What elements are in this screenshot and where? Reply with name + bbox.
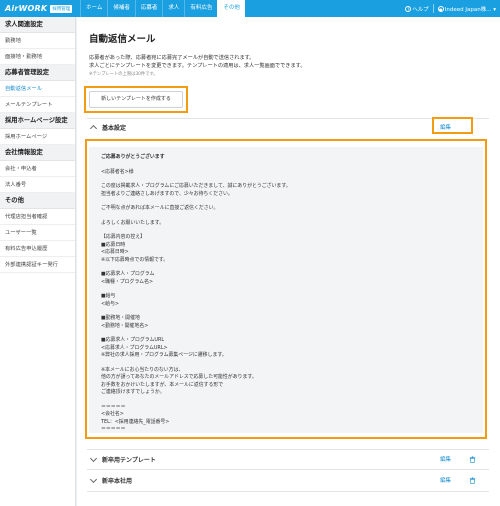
help-label: ヘルプ (412, 6, 429, 13)
create-template-button[interactable]: 新しいテンプレートを作成する (89, 91, 183, 108)
sidebar-item-user-list[interactable]: ユーザー一覧 (0, 225, 75, 241)
mail-line: ご不明な点があれば本メールに直接ご返信ください。 (101, 205, 219, 211)
header-right: ? ヘルプ ● Indeed Japan株... ▾ (405, 4, 500, 13)
top-navigation-bar: AirWORK 採用管理 ホーム 候補者 応募者 求人 有料広告 その他 ? ヘル… (0, 0, 500, 17)
sidebar-group-job-settings: 求人関連設定 (0, 17, 75, 33)
sidebar-group-recruit-homepage: 採用ホームページ設定 (0, 113, 75, 129)
account-menu[interactable]: ● Indeed Japan株... ▾ (437, 5, 496, 13)
main-content: 自動返信メール 応募者があった際、応募者宛に応募完了メールが自動で送信されます。… (77, 17, 500, 506)
tab-jobs[interactable]: 求人 (162, 0, 184, 17)
section-title: 新卒用テンプレート (102, 456, 156, 464)
tab-candidates[interactable]: 候補者 (107, 0, 135, 17)
mail-line: ご応募ありがとうございます (101, 154, 165, 160)
divider (87, 469, 489, 470)
settings-sidebar: 求人関連設定 勤務地 面接地・勤務地 応募者管理設定 自動返信メール メールテン… (0, 17, 76, 506)
description-line-2: 求人ごとにテンプレートを変更できます。テンプレートの適用は、求人一覧画面でできま… (89, 63, 306, 69)
mail-line: ※本メールにお心当たりのない方は、 他の方が誤ってあなたのメールアドレスで応募し… (101, 366, 257, 396)
description-line-1: 応募者があった際、応募者宛に応募完了メールが自動で送信されます。 (89, 55, 255, 61)
mail-line: よろしくお願いいたします。 (101, 219, 165, 226)
sidebar-item-agency-contact[interactable]: 代理店担当者確認 (0, 209, 75, 225)
tab-applicants[interactable]: 応募者 (134, 0, 163, 17)
account-name: Indeed Japan株... (444, 6, 492, 13)
logo-text: AirWORK (5, 4, 48, 13)
page-title: 自動返信メール (89, 34, 156, 45)
chevron-down-icon (89, 475, 98, 483)
sidebar-item-recruit-homepage[interactable]: 採用ホームページ (0, 129, 75, 145)
sidebar-group-applicant-settings: 応募者管理設定 (0, 65, 75, 81)
mail-line: ■勤務地・開催地 <勤務地・開催地名> (101, 315, 149, 329)
sidebar-group-company-info: 会社情報設定 (0, 145, 75, 161)
tab-home[interactable]: ホーム (80, 0, 107, 17)
template-section-new-grad-hq: 新卒本社用 編集 (87, 472, 489, 488)
page-description: 応募者があった際、応募者宛に応募完了メールが自動で送信されます。 求人ごとにテン… (89, 54, 306, 70)
mail-line: この度は掲載求人・プログラムにご応募いただきまして、誠にありがとうございます。 … (101, 183, 291, 197)
mail-line: 【応募内容の控え】 ■応募日時 <応募日時> ※以下応募時点での情報です。 (101, 234, 169, 263)
help-icon: ? (405, 6, 412, 12)
edit-basic-link[interactable]: 編集 (440, 123, 451, 131)
help-link[interactable]: ? ヘルプ (405, 5, 429, 13)
sidebar-item-corporate-number[interactable]: 法人番号 (0, 177, 75, 193)
user-icon: ● (437, 6, 444, 12)
sidebar-item-api-key[interactable]: 外部連携認証キー発行 (0, 257, 75, 273)
section-title: 新卒本社用 (102, 477, 133, 485)
edit-new-grad-link[interactable]: 編集 (440, 455, 451, 463)
logo-badge: 採用管理 (50, 4, 73, 13)
sidebar-item-mail-template[interactable]: メールテンプレート (0, 97, 75, 113)
chevron-down-icon (89, 454, 98, 462)
sidebar-item-work-location[interactable]: 勤務地 (0, 33, 75, 49)
trash-icon[interactable] (469, 476, 476, 484)
section-header-basic[interactable]: 基本設定 編集 (87, 119, 489, 135)
edit-new-grad-hq-link[interactable]: 編集 (440, 476, 451, 484)
sidebar-item-auto-reply-mail[interactable]: 自動返信メール (0, 81, 75, 97)
tab-other[interactable]: その他 (217, 0, 245, 17)
sidebar-group-other: その他 (0, 193, 75, 209)
trash-icon[interactable] (469, 455, 476, 463)
template-limit-note: ※テンプレートの上限は30件です。 (89, 72, 158, 77)
template-section-new-grad: 新卒用テンプレート 編集 (87, 451, 489, 467)
mail-line: ■給与 <給与> (101, 293, 119, 307)
sidebar-item-company-applicant[interactable]: 会社・申込者 (0, 161, 75, 177)
mail-line: <応募者名>様 (101, 168, 134, 175)
sidebar-item-interview-location[interactable]: 面接地・勤務地 (0, 49, 75, 65)
main-tabs: ホーム 候補者 応募者 求人 有料広告 その他 (80, 0, 245, 17)
airwork-logo[interactable]: AirWORK 採用管理 (0, 0, 80, 17)
template-section-basic: 基本設定 編集 (87, 119, 489, 135)
mail-line: ■応募求人・プログラム <職種・プログラム名> (101, 271, 155, 285)
divider (87, 449, 489, 450)
chevron-up-icon (89, 124, 98, 133)
section-header-new-grad[interactable]: 新卒用テンプレート 編集 (87, 451, 489, 467)
header-divider (432, 4, 434, 13)
section-title: 基本設定 (102, 124, 127, 132)
mail-line: ■応募求人・プログラムURL <応募求人・プログラムURL> ※弊社の求人採用・… (101, 337, 227, 358)
mail-line: ＝＝＝＝＝ <会社名> TEL：<採用連絡先_電話番号> ＝＝＝＝＝ (101, 403, 170, 433)
chevron-down-icon: ▾ (493, 6, 496, 13)
section-header-new-grad-hq[interactable]: 新卒本社用 編集 (87, 472, 489, 488)
sidebar-item-paid-ad-history[interactable]: 有料広告申込履歴 (0, 241, 75, 257)
tab-paid-ads[interactable]: 有料広告 (184, 0, 217, 17)
mail-body-preview: ご応募ありがとうございます <応募者名>様 この度は掲載求人・プログラムにご応募… (89, 147, 483, 433)
divider (87, 491, 489, 492)
